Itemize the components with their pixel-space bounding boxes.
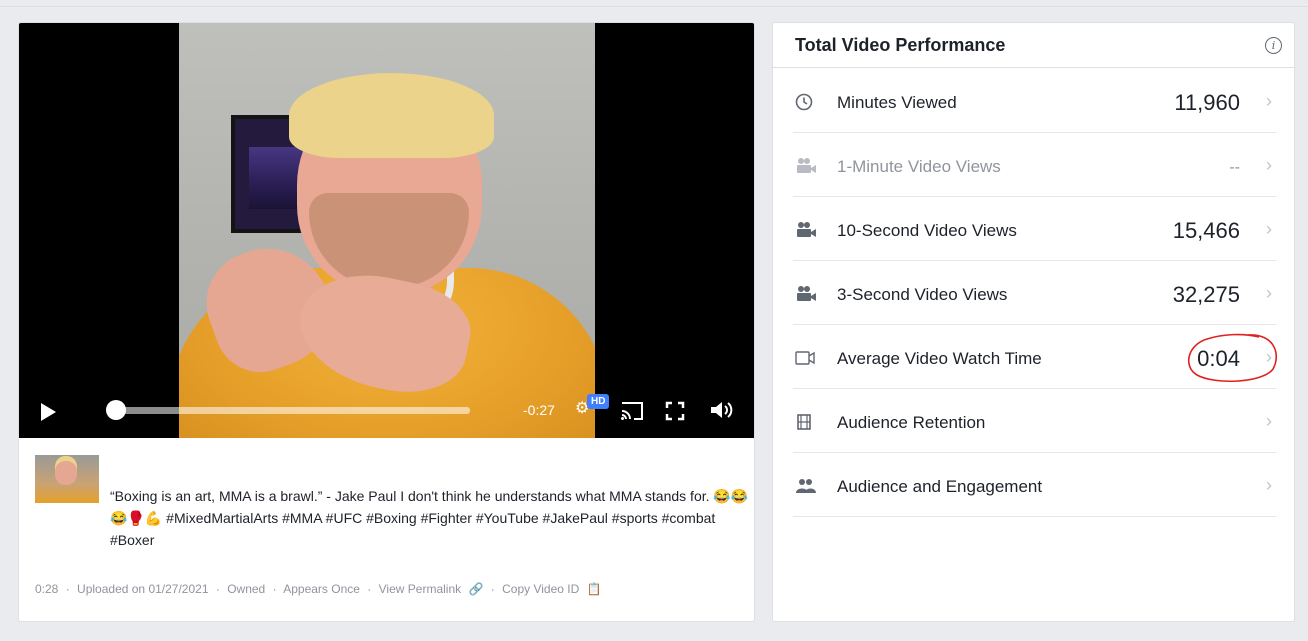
hair xyxy=(289,73,494,158)
chevron-right-icon: › xyxy=(1266,283,1272,303)
metric-row-audience-retention[interactable]: Audience Retention › xyxy=(793,389,1276,453)
video-meta-line: 0:28 · Uploaded on 01/27/2021 · Owned · … xyxy=(35,582,606,596)
metric-row-3-second-views[interactable]: 3-Second Video Views 32,275 › xyxy=(793,261,1276,325)
video-icon xyxy=(795,351,815,365)
video-card: -0:27 ⚙ HD “Boxing is an art, MMA is a b… xyxy=(18,22,755,622)
volume-icon[interactable] xyxy=(709,399,735,421)
metric-value: 15,466 xyxy=(1172,218,1240,243)
chevron-right-icon: › xyxy=(1266,155,1272,175)
duration: 0:28 xyxy=(35,582,59,596)
chevron-right-icon: › xyxy=(1266,411,1272,431)
meta-separator: · xyxy=(272,582,277,596)
appears-once-link[interactable]: Appears Once xyxy=(283,582,360,596)
meta-separator: · xyxy=(65,582,70,596)
hd-badge[interactable]: HD xyxy=(587,394,610,409)
video-frame xyxy=(179,23,595,438)
play-icon[interactable] xyxy=(41,403,56,421)
performance-title: Total Video Performance xyxy=(795,35,1006,55)
meta-separator: · xyxy=(490,582,495,596)
camera-icon xyxy=(797,158,816,173)
player-controls: -0:27 ⚙ HD xyxy=(19,391,754,438)
clock-icon xyxy=(795,93,813,111)
time-remaining: -0:27 xyxy=(523,402,555,418)
info-icon[interactable]: i xyxy=(1265,37,1282,54)
chevron-right-icon: › xyxy=(1266,347,1272,367)
copy-video-id-link[interactable]: Copy Video ID xyxy=(502,582,579,596)
link-icon: 🔗 xyxy=(468,582,484,596)
metric-label: Audience Retention xyxy=(837,413,986,432)
view-permalink-link[interactable]: View Permalink xyxy=(379,582,461,596)
video-thumbnail[interactable] xyxy=(35,455,99,503)
scrubber-handle[interactable] xyxy=(106,400,126,420)
camera-icon xyxy=(797,222,816,237)
chevron-right-icon: › xyxy=(1266,91,1272,111)
people-icon xyxy=(796,479,816,493)
metric-row-1-minute-views[interactable]: 1-Minute Video Views -- › xyxy=(793,133,1276,197)
film-icon xyxy=(797,414,811,430)
camera-icon xyxy=(797,286,816,301)
metric-value: 11,960 xyxy=(1174,90,1240,115)
owned-label: Owned xyxy=(227,582,266,596)
chevron-right-icon: › xyxy=(1266,475,1272,495)
metric-label: 1-Minute Video Views xyxy=(837,157,1001,176)
copy-icon: 📋 xyxy=(586,582,602,596)
fullscreen-icon[interactable] xyxy=(665,401,685,421)
metric-label: Average Video Watch Time xyxy=(837,349,1042,368)
header-divider xyxy=(773,67,1294,68)
performance-card: Total Video Performance i Minutes Viewed… xyxy=(772,22,1295,622)
cast-icon[interactable] xyxy=(620,401,644,421)
top-divider xyxy=(0,6,1308,7)
metric-value: 32,275 xyxy=(1172,282,1240,307)
metric-label: Minutes Viewed xyxy=(837,93,957,112)
metric-row-minutes-viewed[interactable]: Minutes Viewed 11,960 › xyxy=(793,69,1276,133)
progress-bar[interactable] xyxy=(115,407,470,414)
post-caption: “Boxing is an art, MMA is a brawl.” - Ja… xyxy=(110,488,749,548)
metric-value: -- xyxy=(1229,159,1240,176)
meta-separator: · xyxy=(367,582,372,596)
metric-row-10-second-views[interactable]: 10-Second Video Views 15,466 › xyxy=(793,197,1276,261)
metric-label: Audience and Engagement xyxy=(837,477,1043,496)
metric-row-average-watch-time[interactable]: Average Video Watch Time 0:04 › xyxy=(793,325,1277,389)
video-player[interactable]: -0:27 ⚙ HD xyxy=(19,23,754,438)
metric-label: 10-Second Video Views xyxy=(837,221,1017,240)
chevron-right-icon: › xyxy=(1266,219,1272,239)
metric-label: 3-Second Video Views xyxy=(837,285,1008,304)
metric-row-audience-engagement[interactable]: Audience and Engagement › xyxy=(793,453,1276,517)
meta-separator: · xyxy=(215,582,220,596)
upload-date: Uploaded on 01/27/2021 xyxy=(77,582,209,596)
